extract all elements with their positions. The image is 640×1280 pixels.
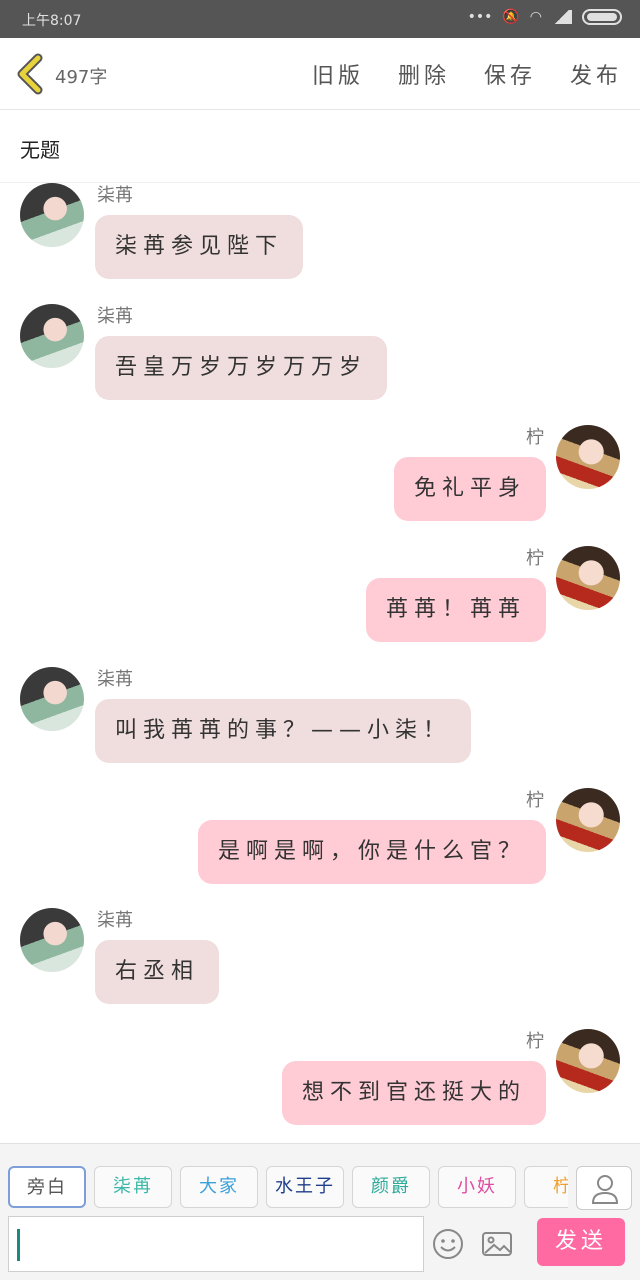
send-button[interactable]: 发送 [537, 1218, 625, 1266]
smiley-icon [433, 1229, 463, 1259]
avatar[interactable] [556, 1029, 620, 1093]
avatar[interactable] [556, 546, 620, 610]
role-chip[interactable]: 柠 [524, 1166, 568, 1208]
word-count: 497字 [55, 67, 108, 88]
sender-name: 柒苒 [97, 306, 133, 327]
chevron-left-icon [17, 53, 43, 95]
status-bar: 上午8:07 ••• 🔕 ◠ [0, 0, 640, 38]
role-chip[interactable]: 小妖 [438, 1166, 516, 1208]
image-button[interactable] [480, 1228, 514, 1260]
emoji-button[interactable] [432, 1228, 464, 1260]
editor-top-bar: 497字 旧版 删除 保存 发布 [0, 38, 640, 110]
message-input[interactable] [8, 1216, 424, 1272]
sender-name: 柠 [526, 427, 544, 448]
back-button[interactable] [14, 52, 48, 96]
message-bubble[interactable]: 是啊是啊，你是什么官？ [197, 820, 546, 884]
role-manage-button[interactable] [576, 1166, 632, 1210]
sender-name: 柠 [526, 790, 544, 811]
avatar[interactable] [20, 183, 84, 247]
avatar[interactable] [556, 425, 620, 489]
delete-button[interactable]: 删除 [398, 58, 450, 90]
message-bubble[interactable]: 右丞相 [95, 940, 220, 1004]
status-icons: ••• 🔕 ◠ [468, 9, 622, 25]
avatar[interactable] [20, 908, 84, 972]
publish-button[interactable]: 发布 [570, 58, 622, 90]
story-title: 无题 [20, 138, 60, 162]
message-bubble[interactable]: 吾皇万岁万岁万万岁 [95, 336, 388, 400]
message-bubble[interactable]: 免礼平身 [393, 457, 546, 521]
sender-name: 柠 [526, 548, 544, 569]
role-chip[interactable]: 大家 [180, 1166, 258, 1208]
mute-icon: 🔕 [502, 9, 520, 25]
person-icon [591, 1175, 619, 1204]
message-bubble[interactable]: 叫我苒苒的事？——小柒！ [95, 699, 472, 763]
old-version-button[interactable]: 旧版 [312, 58, 364, 90]
message-bubble[interactable]: 柒苒参见陛下 [95, 215, 304, 279]
status-time: 上午8:07 [22, 13, 82, 29]
role-chip[interactable]: 柒苒 [94, 1166, 172, 1208]
sender-name: 柒苒 [97, 669, 133, 690]
role-selector: 旁白 柒苒 大家 水王子 颜爵 小妖 柠 [8, 1166, 568, 1210]
role-chip[interactable]: 旁白 [8, 1166, 86, 1208]
image-icon [482, 1232, 512, 1256]
role-chip[interactable]: 水王子 [266, 1166, 344, 1208]
save-button[interactable]: 保存 [484, 58, 536, 90]
sender-name: 柒苒 [97, 910, 133, 931]
message-bubble[interactable]: 苒苒！苒苒 [365, 578, 546, 642]
avatar[interactable] [20, 667, 84, 731]
story-title-bar[interactable]: 无题 [0, 110, 640, 183]
battery-icon [582, 9, 622, 25]
wifi-icon: ◠ [529, 9, 542, 25]
message-bubble[interactable]: 想不到官还挺大的 [281, 1061, 546, 1125]
avatar[interactable] [20, 304, 84, 368]
chat-list[interactable]: 柒苒 柒苒参见陛下 柒苒 吾皇万岁万岁万万岁 柠 免礼平身 柠 苒苒！苒苒 柒苒… [0, 183, 640, 1143]
signal-icon [552, 10, 572, 24]
text-caret [17, 1229, 20, 1261]
role-chip[interactable]: 颜爵 [352, 1166, 430, 1208]
composer: 旁白 柒苒 大家 水王子 颜爵 小妖 柠 发送 [0, 1143, 640, 1280]
sender-name: 柒苒 [97, 185, 133, 206]
more-dots-icon: ••• [467, 9, 493, 25]
avatar[interactable] [556, 788, 620, 852]
sender-name: 柠 [526, 1031, 544, 1052]
top-actions: 旧版 删除 保存 发布 [312, 58, 622, 90]
